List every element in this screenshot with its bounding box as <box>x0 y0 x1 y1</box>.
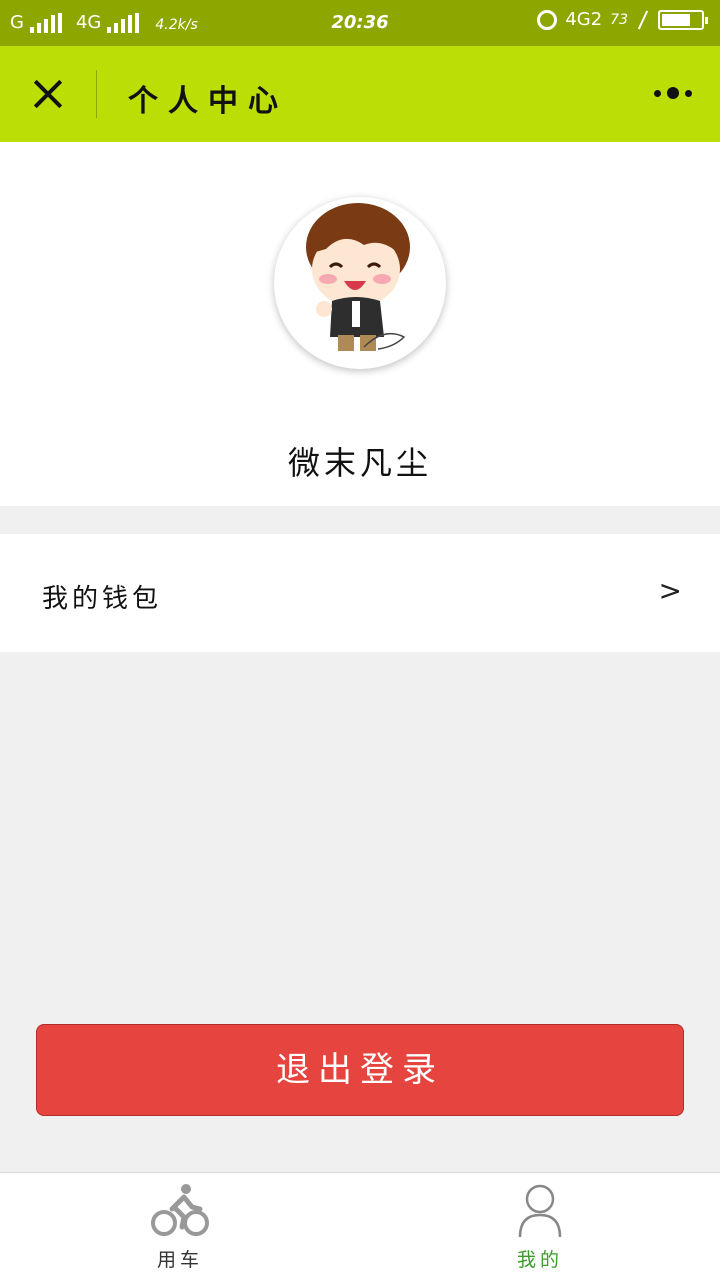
status-icons: 4G2 73 <box>537 9 708 30</box>
tab-ride-label: 用车 <box>156 1249 203 1271</box>
battery-percent: 73 <box>610 11 628 28</box>
network-type: 4G2 <box>565 9 603 30</box>
battery-icon <box>658 9 708 30</box>
alarm-icon <box>537 9 558 30</box>
header-divider <box>96 70 97 118</box>
person-icon <box>518 1184 562 1238</box>
tab-mine[interactable]: 我的 <box>360 1173 720 1281</box>
logout-button[interactable]: 退出登录 <box>36 1024 684 1116</box>
profile-section: 微末凡尘 <box>0 142 720 506</box>
avatar[interactable] <box>274 197 446 369</box>
wallet-row[interactable]: 我的钱包 > <box>0 534 720 652</box>
charging-icon <box>636 10 650 30</box>
battery-fill <box>662 13 690 26</box>
tab-mine-label: 我的 <box>516 1249 563 1271</box>
bicycle-icon <box>151 1184 209 1236</box>
app-header: 个人中心 <box>0 46 720 142</box>
tab-ride[interactable]: 用车 <box>0 1173 360 1281</box>
cartoon-avatar-icon <box>306 203 410 351</box>
wallet-label: 我的钱包 <box>42 584 163 614</box>
more-options-icon[interactable] <box>654 84 692 102</box>
page-title: 个人中心 <box>128 84 288 119</box>
close-icon[interactable] <box>24 72 72 116</box>
username: 微末凡尘 <box>287 444 432 482</box>
status-bar: G 4G 4.2k/s 20:36 4G2 73 <box>0 0 720 46</box>
tab-bar: 用车 我的 <box>0 1172 720 1281</box>
chevron-right-icon: > <box>658 574 682 607</box>
